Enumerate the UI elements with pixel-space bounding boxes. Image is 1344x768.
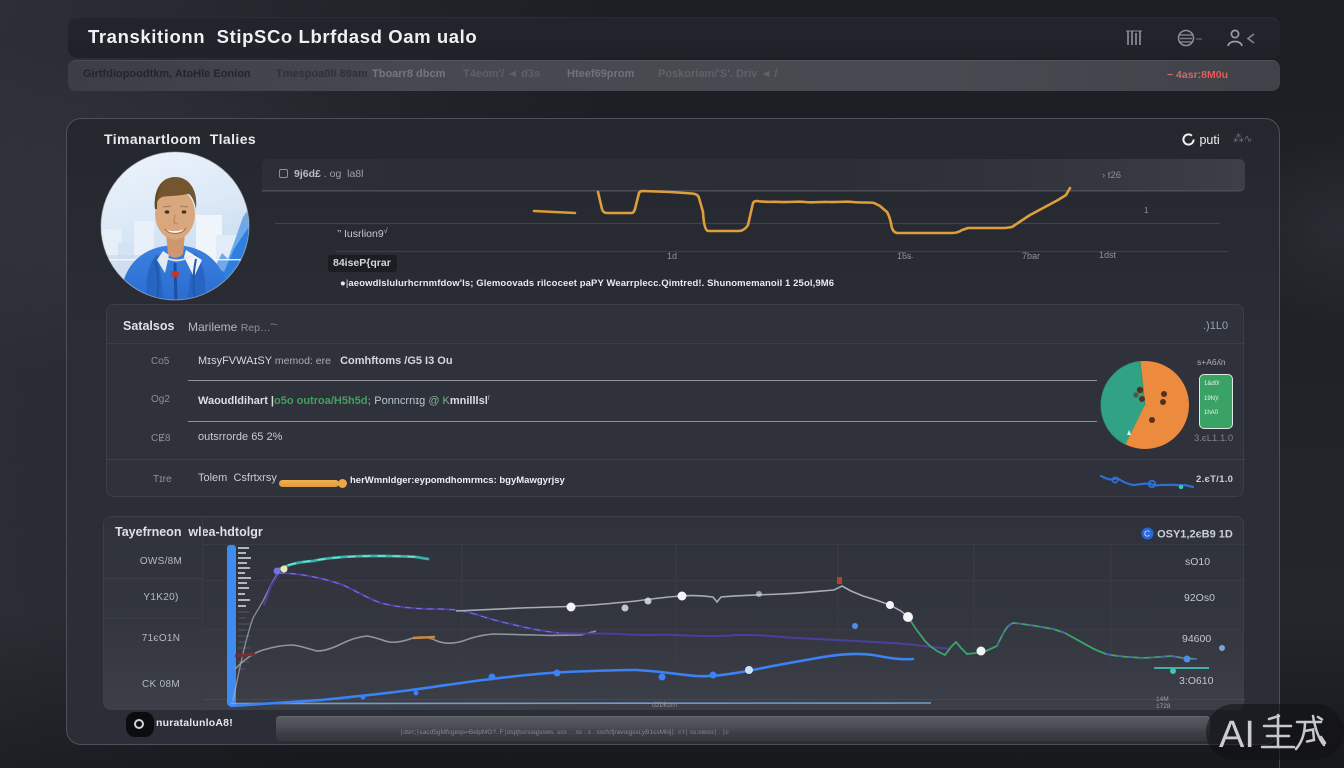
svg-text:1728: 1728: [1156, 703, 1171, 710]
svg-text:AI: AI: [1219, 714, 1255, 756]
svg-text:1dst: 1dst: [1099, 250, 1117, 260]
svg-text:d2bkum: d2bkum: [652, 702, 677, 709]
svg-text:14M: 14M: [1156, 696, 1169, 703]
svg-text:7bar: 7bar: [1022, 251, 1040, 261]
svg-text:1: 1: [1144, 206, 1149, 215]
svg-text:1d: 1d: [667, 251, 677, 261]
